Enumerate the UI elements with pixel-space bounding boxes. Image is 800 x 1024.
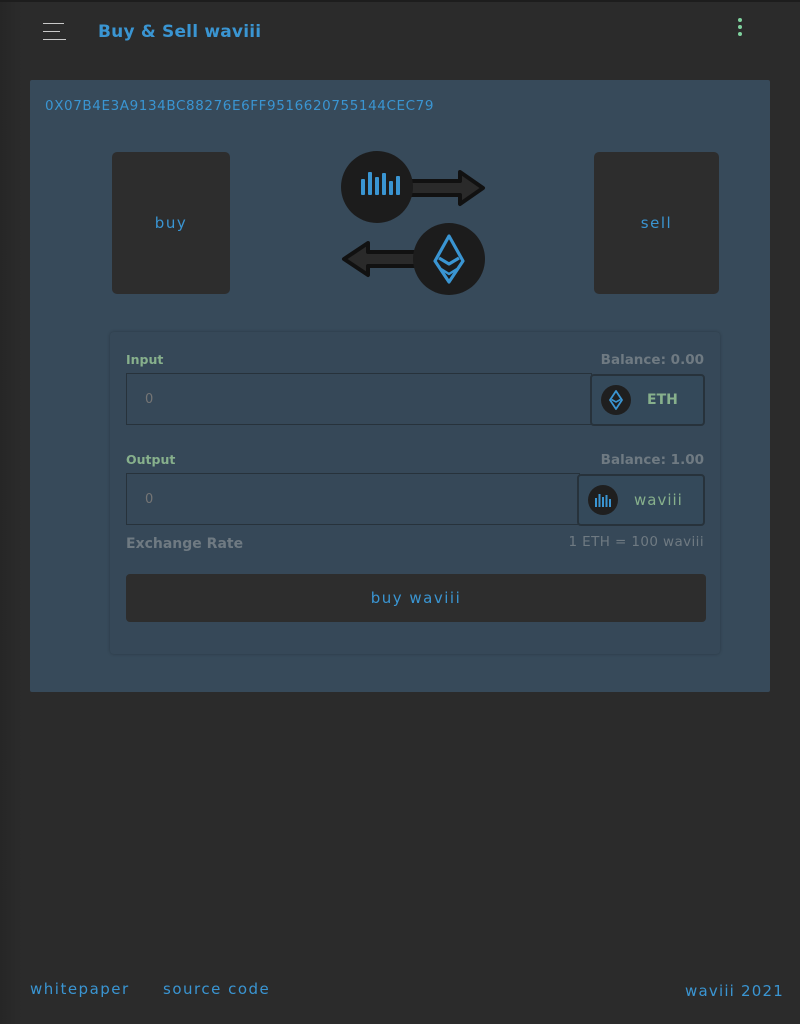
- input-label: Input: [126, 352, 164, 367]
- input-amount-field[interactable]: [126, 373, 592, 425]
- ethereum-coin-icon: [413, 223, 485, 295]
- more-vertical-icon[interactable]: [730, 16, 750, 42]
- sell-mode-button[interactable]: Sell: [594, 152, 719, 294]
- app-header: Buy & Sell waviii: [0, 2, 800, 60]
- buy-submit-button[interactable]: Buy waviii: [126, 574, 706, 622]
- whitepaper-link[interactable]: whitepaper: [30, 980, 130, 998]
- output-token-label: waviii: [634, 491, 683, 509]
- input-balance: Balance: 0.00: [600, 352, 704, 368]
- buy-mode-button[interactable]: Buy: [112, 152, 230, 294]
- left-shade: [0, 2, 22, 1024]
- output-balance: Balance: 1.00: [600, 452, 704, 468]
- waviii-icon: [588, 485, 618, 515]
- exchange-rate-label: Exchange Rate: [126, 536, 244, 552]
- source-code-link[interactable]: source code: [163, 980, 270, 998]
- exchange-rate-value: 1 ETH = 100 waviii: [568, 534, 704, 550]
- exchange-form: Input Balance: 0.00 ETH Output Balance: …: [110, 332, 720, 654]
- hamburger-menu-icon[interactable]: [38, 18, 72, 46]
- left-arrow-icon: [342, 241, 420, 277]
- output-label: Output: [126, 452, 176, 467]
- waviii-coin-icon: [341, 151, 413, 223]
- ethereum-icon: [601, 385, 631, 415]
- input-token-label: ETH: [647, 392, 678, 408]
- swap-illustration: [341, 151, 485, 295]
- exchange-card: 0X07B4E3A9134BC88276E6FF9516620755144CEC…: [30, 80, 770, 692]
- output-amount-field[interactable]: [126, 473, 580, 525]
- input-token-selector[interactable]: ETH: [590, 374, 705, 426]
- output-token-selector[interactable]: waviii: [577, 474, 705, 526]
- right-arrow-icon: [408, 170, 485, 206]
- wallet-address: 0X07B4E3A9134BC88276E6FF9516620755144CEC…: [45, 98, 435, 114]
- copyright-text: waviii 2021: [685, 982, 784, 1000]
- page-title: Buy & Sell waviii: [98, 22, 262, 42]
